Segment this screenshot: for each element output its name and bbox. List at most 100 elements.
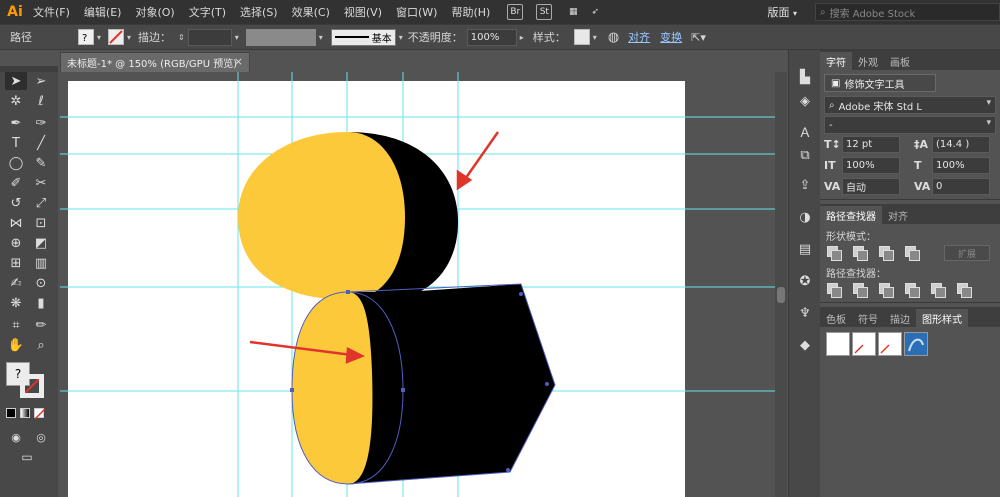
minus-back-icon[interactable] bbox=[956, 282, 972, 298]
black-body-shape[interactable] bbox=[348, 284, 555, 484]
arrange-documents-icon[interactable]: ▦ bbox=[565, 4, 581, 20]
color-button[interactable] bbox=[6, 408, 16, 418]
fill-stroke-widget[interactable]: ? bbox=[6, 362, 50, 402]
align-link[interactable]: 对齐 bbox=[628, 29, 650, 45]
leading-field[interactable]: (14.4 ) bbox=[932, 136, 990, 153]
divide-icon[interactable] bbox=[826, 282, 842, 298]
exclude-icon[interactable] bbox=[904, 245, 920, 261]
pen-tool-icon[interactable]: ✒ bbox=[5, 114, 27, 132]
default-style-swatch[interactable] bbox=[826, 332, 850, 356]
workspace-switcher[interactable]: 版面 ▾ bbox=[767, 4, 797, 20]
screen-mode-icon[interactable]: ▭ bbox=[16, 448, 38, 466]
stroke-stepper-icon[interactable]: ⇕ bbox=[178, 33, 185, 42]
direct-selection-tool-icon[interactable]: ➢ bbox=[30, 72, 52, 90]
document-info-icon[interactable]: ▙ bbox=[796, 68, 814, 86]
chevron-down-icon[interactable]: ▾ bbox=[986, 118, 991, 128]
touch-type-tool-button[interactable]: ▣ 修饰文字工具 bbox=[824, 74, 936, 92]
yellow-head-shape[interactable] bbox=[238, 132, 405, 300]
scale-tool-icon[interactable]: ⤢ bbox=[30, 194, 52, 212]
navigator-icon[interactable]: ◈ bbox=[796, 92, 814, 110]
opacity-dropdown-icon[interactable]: ▸ bbox=[520, 33, 524, 42]
ellipse-tool-icon[interactable]: ◯ bbox=[5, 154, 27, 172]
intersect-icon[interactable] bbox=[878, 245, 894, 261]
horizontal-scale-field[interactable]: 100% bbox=[932, 157, 990, 174]
bridge-icon[interactable]: Br bbox=[507, 4, 524, 20]
outline-icon[interactable] bbox=[930, 282, 946, 298]
eyedropper-tool-icon[interactable]: ✍ bbox=[5, 274, 27, 292]
menu-select[interactable]: 选择(S) bbox=[233, 4, 285, 20]
tab-character[interactable]: 字符 bbox=[820, 52, 852, 70]
stroke-weight-dropdown-icon[interactable]: ▾ bbox=[235, 33, 239, 42]
tab-appearance[interactable]: 外观 bbox=[852, 52, 884, 70]
tab-pathfinder[interactable]: 路径查找器 bbox=[820, 206, 882, 224]
free-transform-tool-icon[interactable]: ⊡ bbox=[30, 214, 52, 232]
brush-definition[interactable]: 基本 bbox=[330, 28, 396, 46]
shaper-tool-icon[interactable]: ✐ bbox=[5, 174, 27, 192]
symbol-sprayer-tool-icon[interactable]: ❋ bbox=[5, 294, 27, 312]
font-style-field[interactable]: - ▾ bbox=[824, 116, 996, 134]
draw-inside-icon[interactable]: ◎ bbox=[30, 428, 52, 446]
slice-tool-icon[interactable]: ✏ bbox=[30, 316, 52, 334]
mesh-tool-icon[interactable]: ⊞ bbox=[5, 254, 27, 272]
perspective-grid-tool-icon[interactable]: ◩ bbox=[30, 234, 52, 252]
document-tab[interactable]: 未标题-1* @ 150% (RGB/GPU 预览) × bbox=[60, 52, 250, 72]
shape-builder-tool-icon[interactable]: ⊕ bbox=[5, 234, 27, 252]
paintbrush-tool-icon[interactable]: ✎ bbox=[30, 154, 52, 172]
zoom-tool-icon[interactable]: ⌕ bbox=[30, 336, 52, 354]
brush-dropdown-icon[interactable]: ▾ bbox=[399, 33, 403, 42]
scrollbar-thumb[interactable] bbox=[777, 287, 785, 303]
font-size-field[interactable]: 12 pt bbox=[842, 136, 900, 153]
puppet-icon[interactable]: ♆ bbox=[796, 304, 814, 322]
chevron-down-icon[interactable]: ▾ bbox=[986, 98, 991, 108]
transform-link[interactable]: 变换 bbox=[660, 29, 682, 45]
rotate-tool-icon[interactable]: ↺ bbox=[5, 194, 27, 212]
variable-width-profile[interactable] bbox=[245, 28, 316, 46]
artboard-tool-icon[interactable]: ⌗ bbox=[5, 316, 27, 334]
merge-icon[interactable] bbox=[878, 282, 894, 298]
blend-tool-icon[interactable]: ⊙ bbox=[30, 274, 52, 292]
trim-icon[interactable] bbox=[852, 282, 868, 298]
tab-swatches[interactable]: 色板 bbox=[820, 309, 852, 327]
stroke-icon[interactable] bbox=[20, 374, 44, 398]
hand-tool-icon[interactable]: ✋ bbox=[5, 336, 27, 354]
width-tool-icon[interactable]: ⋈ bbox=[5, 214, 27, 232]
gradient-panel-icon[interactable]: ▤ bbox=[796, 240, 814, 258]
tracking-field[interactable]: 0 bbox=[932, 178, 990, 195]
expand-button[interactable]: 扩展 bbox=[944, 245, 990, 261]
menu-edit[interactable]: 编辑(E) bbox=[77, 4, 129, 20]
vertical-scrollbar[interactable] bbox=[775, 72, 787, 497]
menu-object[interactable]: 对象(O) bbox=[128, 4, 181, 20]
yellow-body-shape[interactable] bbox=[292, 292, 373, 484]
fill-dropdown-icon[interactable]: ▾ bbox=[97, 33, 101, 42]
profile-dropdown-icon[interactable]: ▾ bbox=[319, 33, 323, 42]
style-swatch-2[interactable] bbox=[852, 332, 876, 356]
unite-icon[interactable] bbox=[826, 245, 842, 261]
stroke-weight-field[interactable] bbox=[187, 28, 232, 46]
selection-tool-icon[interactable]: ➤ bbox=[5, 72, 27, 90]
stock-icon[interactable]: St bbox=[536, 4, 553, 20]
tab-symbols[interactable]: 符号 bbox=[852, 309, 884, 327]
stroke-dropdown-icon[interactable]: ▾ bbox=[127, 33, 131, 42]
close-icon[interactable]: × bbox=[234, 55, 243, 68]
vertical-scale-field[interactable]: 100% bbox=[842, 157, 900, 174]
tab-stroke[interactable]: 描边 bbox=[884, 309, 916, 327]
layers-icon[interactable]: ◆ bbox=[796, 336, 814, 354]
none-button[interactable] bbox=[34, 408, 45, 419]
menu-view[interactable]: 视图(V) bbox=[337, 4, 389, 20]
recolor-artwork-icon[interactable]: ◍ bbox=[608, 30, 619, 45]
magic-wand-tool-icon[interactable]: ✲ bbox=[5, 92, 27, 110]
type-tool-icon[interactable]: T bbox=[5, 134, 27, 152]
menu-effect[interactable]: 效果(C) bbox=[285, 4, 337, 20]
opacity-field[interactable]: 100% bbox=[466, 28, 517, 46]
menu-help[interactable]: 帮助(H) bbox=[444, 4, 497, 20]
menu-file[interactable]: 文件(F) bbox=[26, 4, 77, 20]
gradient-button[interactable] bbox=[20, 408, 30, 418]
line-segment-tool-icon[interactable]: ╱ bbox=[30, 134, 52, 152]
menu-type[interactable]: 文字(T) bbox=[182, 4, 233, 20]
style-swatch-4[interactable] bbox=[904, 332, 928, 356]
curvature-tool-icon[interactable]: ✑ bbox=[30, 114, 52, 132]
tab-align[interactable]: 对齐 bbox=[882, 206, 914, 224]
scissors-tool-icon[interactable]: ✂ bbox=[30, 174, 52, 192]
links-icon[interactable]: ⧉ bbox=[796, 146, 814, 164]
lasso-tool-icon[interactable]: ℓ bbox=[30, 92, 52, 110]
